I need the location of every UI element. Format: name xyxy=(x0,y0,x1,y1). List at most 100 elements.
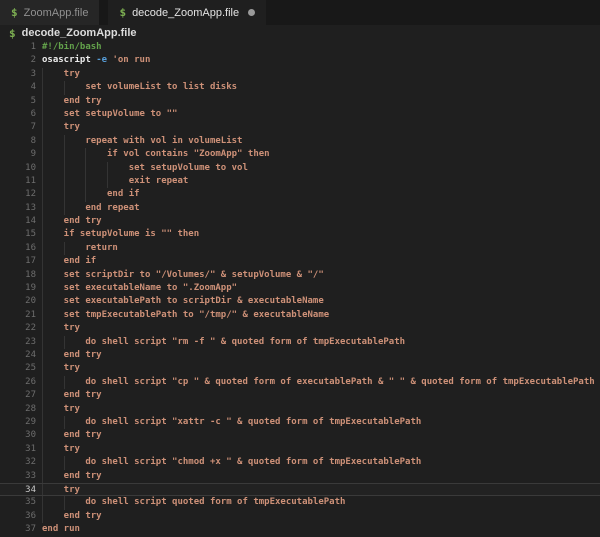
code-line[interactable]: 13 end repeat xyxy=(0,202,600,215)
code-text: try xyxy=(42,121,80,134)
code-line[interactable]: 9if vol contains "ZoomApp" then xyxy=(0,148,600,161)
code-text: end try xyxy=(42,429,102,442)
code-text: end try xyxy=(42,389,102,402)
code-line[interactable]: 3try xyxy=(0,68,600,81)
indent-guide xyxy=(64,202,86,215)
line-number[interactable]: 29 xyxy=(0,416,36,429)
code-tokens: end repeat xyxy=(85,202,139,215)
line-number[interactable]: 31 xyxy=(0,443,36,456)
line-number[interactable]: 36 xyxy=(0,510,36,523)
line-number[interactable]: 10 xyxy=(0,162,36,175)
code-text: set volumeList to list disks xyxy=(42,81,237,94)
indent-guide xyxy=(42,135,64,148)
code-text: do shell script "xattr -c " & quoted for… xyxy=(42,416,421,429)
line-number[interactable]: 20 xyxy=(0,295,36,308)
line-number[interactable]: 12 xyxy=(0,188,36,201)
code-line[interactable]: 8repeat with vol in volumeList xyxy=(0,135,600,148)
code-line[interactable]: 2osascript -e 'on run xyxy=(0,54,600,67)
line-number[interactable]: 26 xyxy=(0,376,36,389)
line-number[interactable]: 24 xyxy=(0,349,36,362)
indent-guide xyxy=(42,242,64,255)
line-number[interactable]: 13 xyxy=(0,202,36,215)
code-line[interactable]: 30 end try xyxy=(0,429,600,442)
line-number[interactable]: 8 xyxy=(0,135,36,148)
code-line[interactable]: 6set setupVolume to "" xyxy=(0,108,600,121)
code-line[interactable]: 24end try xyxy=(0,349,600,362)
code-line[interactable]: 15if setupVolume is "" then xyxy=(0,228,600,241)
line-number[interactable]: 16 xyxy=(0,242,36,255)
code-line[interactable]: 11exit repeat xyxy=(0,175,600,188)
indent-guide xyxy=(42,175,64,188)
code-line[interactable]: 29 do shell script "xattr -c " & quoted f… xyxy=(0,416,600,429)
code-line[interactable]: 25try xyxy=(0,362,600,375)
line-number[interactable]: 32 xyxy=(0,456,36,469)
line-number[interactable]: 9 xyxy=(0,148,36,161)
line-number[interactable]: 33 xyxy=(0,470,36,483)
line-number[interactable]: 11 xyxy=(0,175,36,188)
line-number[interactable]: 14 xyxy=(0,215,36,228)
code-line[interactable]: 33end try xyxy=(0,470,600,483)
code-tokens: #!/bin/bash xyxy=(42,41,102,54)
line-number[interactable]: 7 xyxy=(0,121,36,134)
line-number[interactable]: 23 xyxy=(0,336,36,349)
code-line[interactable]: 23do shell script "rm -f " & quoted form… xyxy=(0,336,600,349)
line-number[interactable]: 5 xyxy=(0,95,36,108)
code-line[interactable]: 7 try xyxy=(0,121,600,134)
breadcrumb[interactable]: $ decode_ZoomApp.file xyxy=(0,25,600,41)
line-number[interactable]: 18 xyxy=(0,269,36,282)
line-number[interactable]: 37 xyxy=(0,523,36,536)
code-text: try xyxy=(42,484,80,495)
code-line[interactable]: 32 do shell script "chmod +x " & quoted f… xyxy=(0,456,600,469)
code-line[interactable]: 35 do shell script quoted form of tmpExec… xyxy=(0,496,600,509)
code-line[interactable]: 19set executableName to ".ZoomApp" xyxy=(0,282,600,295)
code-line[interactable]: 10 set setupVolume to vol xyxy=(0,162,600,175)
code-line[interactable]: 31try xyxy=(0,443,600,456)
code-text: set setupVolume to vol xyxy=(42,162,248,175)
code-line[interactable]: 36end try xyxy=(0,510,600,523)
code-line[interactable]: 37end run xyxy=(0,523,600,536)
line-number[interactable]: 27 xyxy=(0,389,36,402)
code-text: end repeat xyxy=(42,202,140,215)
line-number[interactable]: 2 xyxy=(0,54,36,67)
line-number[interactable]: 19 xyxy=(0,282,36,295)
code-line[interactable]: 20set executablePath to scriptDir & exec… xyxy=(0,295,600,308)
code-tokens: do shell script "chmod +x " & quoted for… xyxy=(85,456,421,469)
code-text: try xyxy=(42,322,80,335)
line-number[interactable]: 25 xyxy=(0,362,36,375)
modified-dot-icon[interactable] xyxy=(248,9,255,16)
code-line[interactable]: 4 set volumeList to list disks xyxy=(0,81,600,94)
code-line[interactable]: 12end if xyxy=(0,188,600,201)
tab-decode-zoomapp-file[interactable]: $ decode_ZoomApp.file xyxy=(108,0,266,25)
line-number[interactable]: 6 xyxy=(0,108,36,121)
code-line[interactable]: 34 try xyxy=(0,483,600,496)
indent-guide xyxy=(42,456,64,469)
code-tokens: set scriptDir to "/Volumes/" & setupVolu… xyxy=(64,269,324,282)
line-number[interactable]: 1 xyxy=(0,41,36,54)
indent-guide xyxy=(64,135,86,148)
code-area[interactable]: 1#!/bin/bash2osascript -e 'on run3try4se… xyxy=(0,41,600,536)
code-line[interactable]: 26do shell script "cp " & quoted form of… xyxy=(0,376,600,389)
code-line[interactable]: 5end try xyxy=(0,95,600,108)
code-line[interactable]: 28try xyxy=(0,403,600,416)
code-line[interactable]: 17end if xyxy=(0,255,600,268)
code-line[interactable]: 18 set scriptDir to "/Volumes/" & setupVo… xyxy=(0,269,600,282)
line-number[interactable]: 30 xyxy=(0,429,36,442)
line-number[interactable]: 4 xyxy=(0,81,36,94)
line-number[interactable]: 17 xyxy=(0,255,36,268)
code-line[interactable]: 22 try xyxy=(0,322,600,335)
line-number[interactable]: 28 xyxy=(0,403,36,416)
tab-zoomapp-file[interactable]: $ ZoomApp.file xyxy=(0,0,99,25)
line-number[interactable]: 35 xyxy=(0,496,36,509)
line-number[interactable]: 34 xyxy=(0,484,36,495)
line-number[interactable]: 22 xyxy=(0,322,36,335)
line-number[interactable]: 21 xyxy=(0,309,36,322)
line-number[interactable]: 15 xyxy=(0,228,36,241)
indent-guide xyxy=(42,215,64,228)
code-line[interactable]: 14end try xyxy=(0,215,600,228)
code-line[interactable]: 1 #!/bin/bash xyxy=(0,41,600,54)
code-line[interactable]: 16return xyxy=(0,242,600,255)
code-line[interactable]: 27 end try xyxy=(0,389,600,402)
code-tokens: do shell script quoted form of tmpExecut… xyxy=(85,496,345,509)
code-line[interactable]: 21set tmpExecutablePath to "/tmp/" & exe… xyxy=(0,309,600,322)
line-number[interactable]: 3 xyxy=(0,68,36,81)
